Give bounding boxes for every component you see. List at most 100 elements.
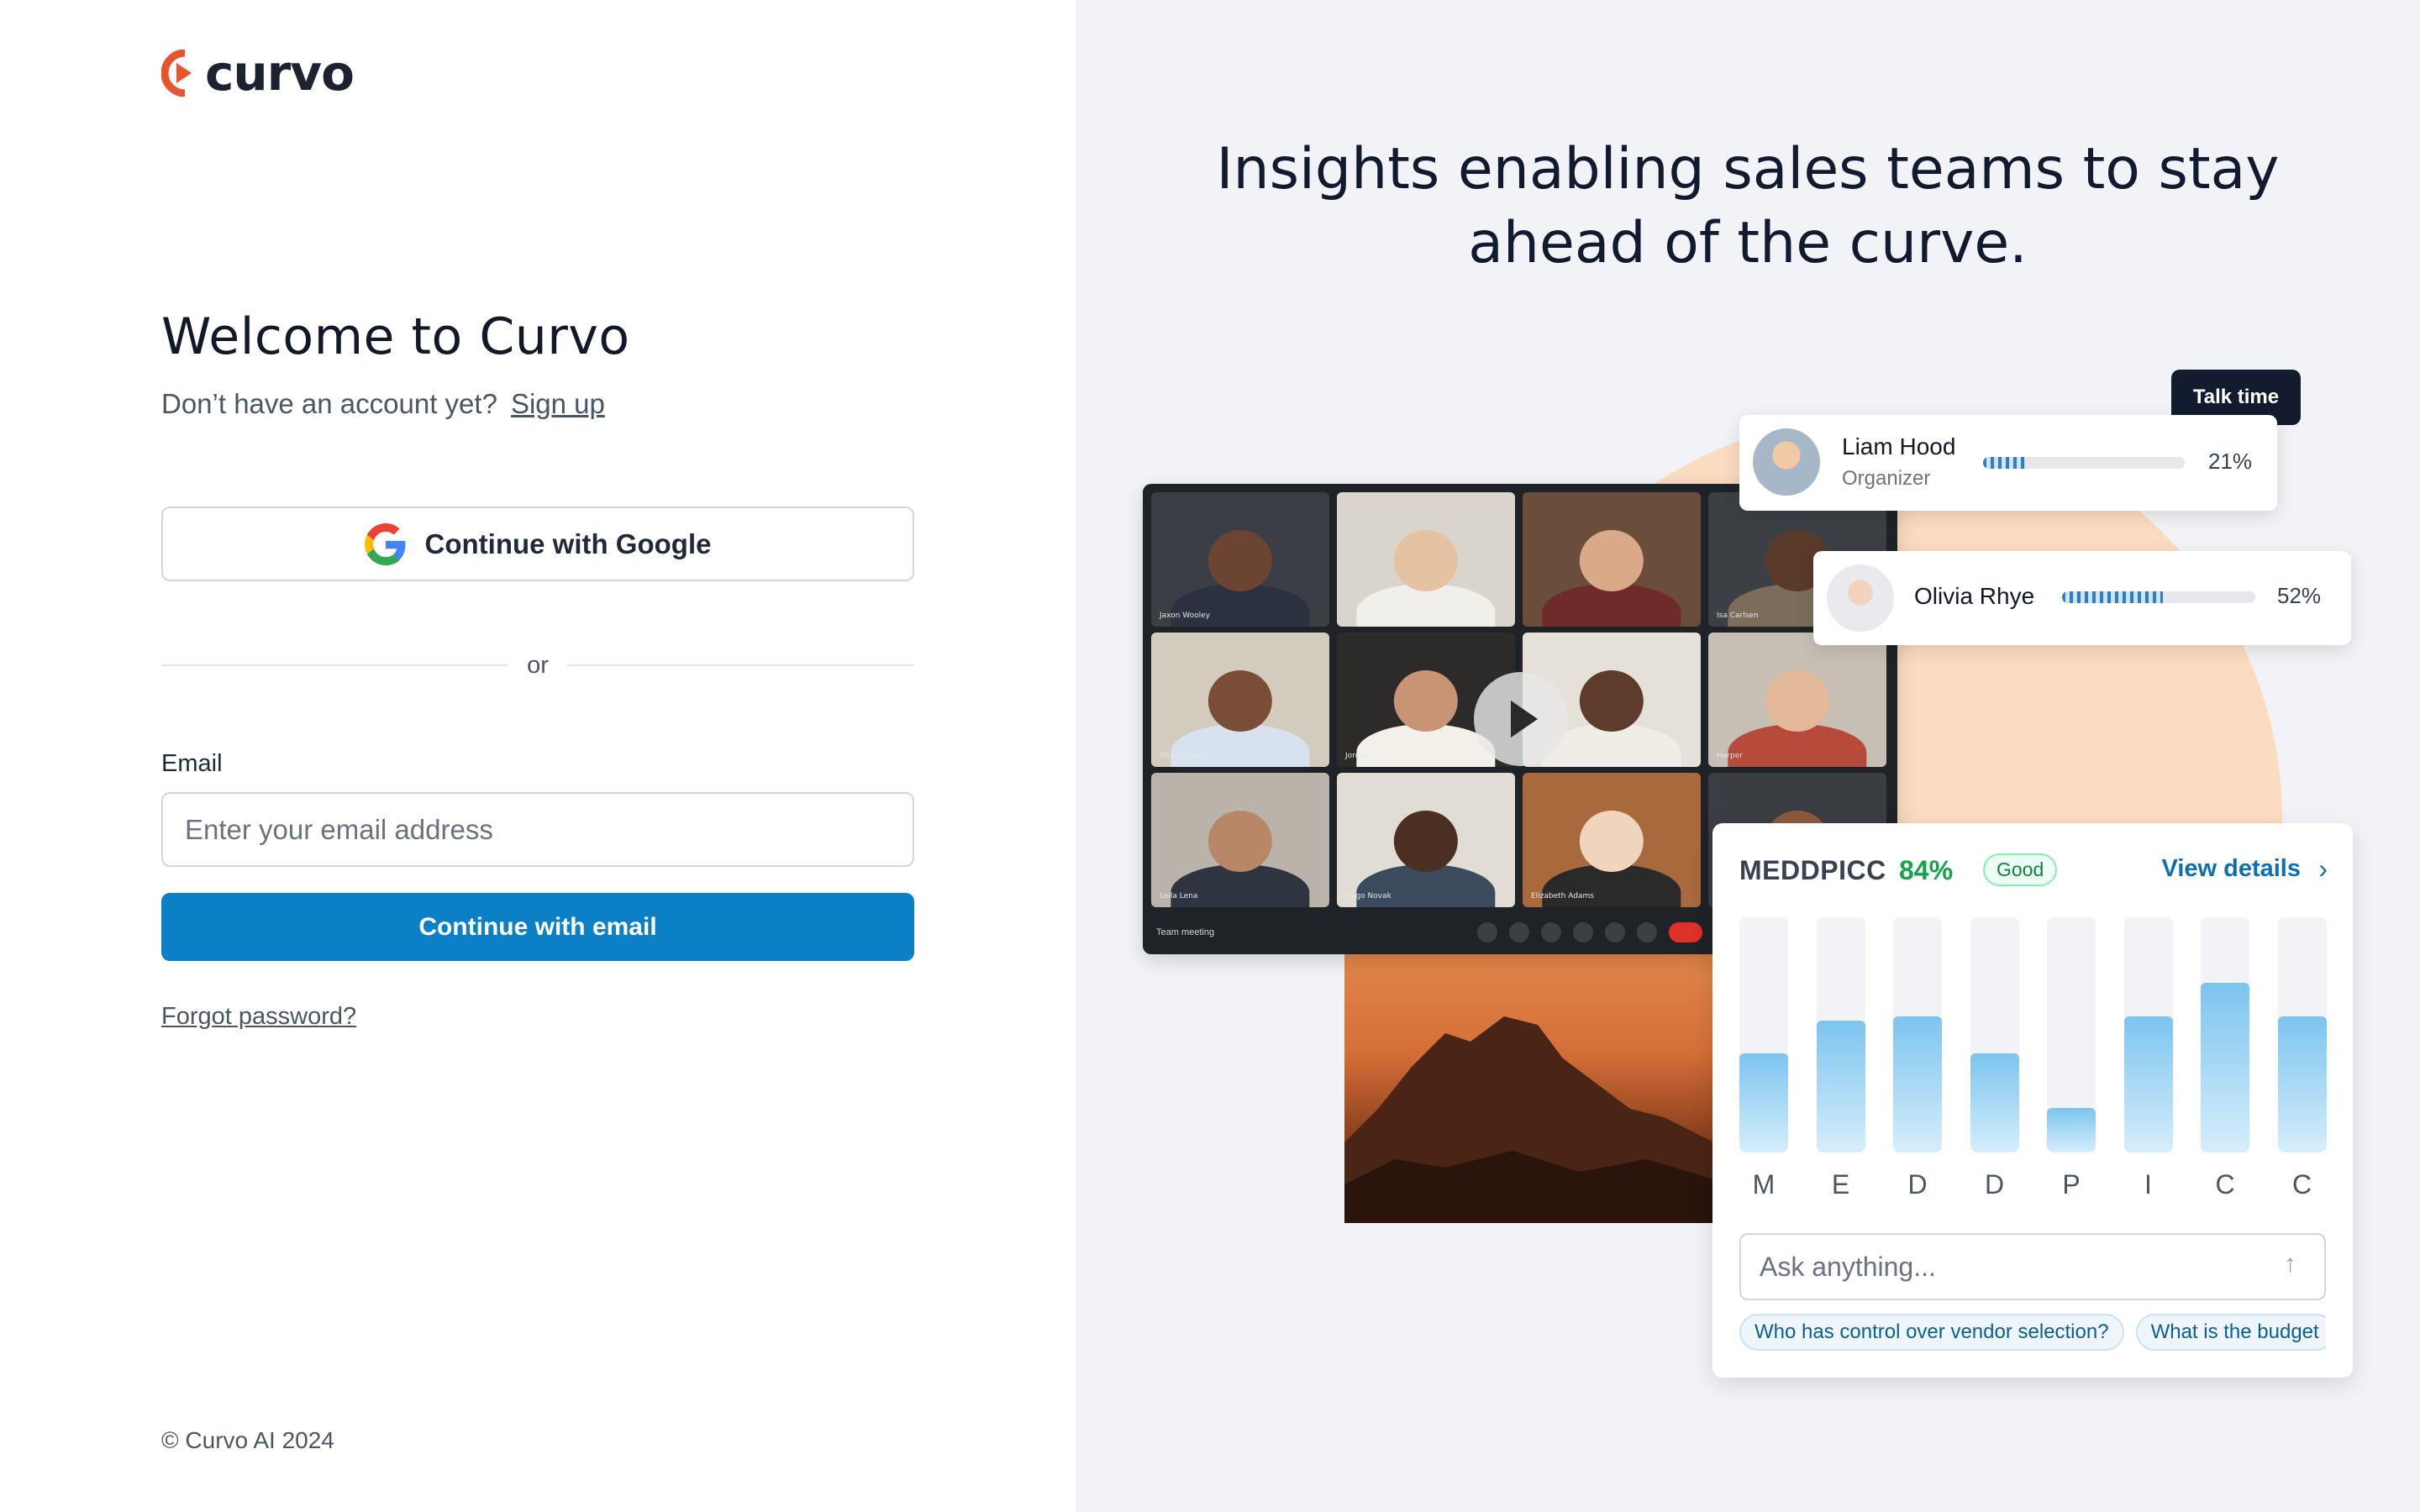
meddpicc-title: MEDDPICC — [1739, 855, 1886, 885]
end-call-icon[interactable] — [1669, 922, 1702, 942]
avatar — [1827, 564, 1894, 632]
meddpicc-bar — [1739, 917, 1788, 1152]
talk-time-fill — [1983, 457, 2026, 469]
video-tile — [1337, 492, 1515, 627]
participant-name: Leila Lena — [1160, 892, 1198, 900]
speaker-name: Liam Hood — [1842, 433, 1956, 459]
signup-prompt: Don’t have an account yet? Sign up — [161, 388, 605, 420]
participant-name: Hugo Novak — [1345, 892, 1392, 900]
suggestion-chip[interactable]: Who has control over vendor selection? — [1739, 1314, 2124, 1351]
participant-face — [1393, 810, 1459, 873]
call-control-buttons — [1477, 922, 1702, 942]
participant-name: Elizabeth Adams — [1531, 892, 1594, 900]
talk-time-fill — [2062, 591, 2163, 603]
participant-name: Isa Carlsen — [1717, 612, 1759, 620]
meddpicc-card: MEDDPICC 84% Good View details › MEDDPIC… — [1712, 823, 2353, 1378]
or-divider: or — [161, 647, 915, 684]
hero-panel: Insights enabling sales teams to stay ah… — [1076, 0, 2420, 1512]
meeting-label: Team meeting — [1156, 927, 1215, 937]
meddpicc-letter: C — [2291, 1169, 2312, 1200]
divider-text: or — [527, 651, 549, 679]
view-details-link[interactable]: View details — [2162, 855, 2302, 883]
curvo-logo[interactable]: curvo — [161, 45, 355, 102]
meddpicc-letter: I — [2144, 1169, 2152, 1200]
participant-face — [1207, 810, 1273, 873]
speaker-card-olivia: Olivia Rhye 52% — [1813, 551, 2351, 645]
meddpicc-letter: M — [1752, 1169, 1776, 1200]
speaker-role: Organizer — [1842, 467, 1931, 490]
divider-line-right — [566, 664, 915, 666]
avatar — [1753, 428, 1820, 496]
meddpicc-bar-fill — [1816, 1021, 1865, 1152]
signup-prompt-text: Don’t have an account yet? — [161, 388, 497, 419]
mountain-silhouette — [1344, 1016, 1731, 1223]
google-icon — [364, 522, 405, 565]
speaker-name: Olivia Rhye — [1914, 583, 2035, 609]
meddpicc-bar-fill — [2201, 983, 2249, 1152]
meddpicc-bar — [2123, 917, 2173, 1152]
participant-name: Harper — [1717, 752, 1743, 760]
meddpicc-bar — [1893, 917, 1942, 1152]
ask-anything-input[interactable] — [1739, 1233, 2326, 1300]
talk-time-percent: 21% — [2208, 449, 2253, 474]
more-options-icon[interactable] — [1637, 922, 1657, 942]
video-tile: Jaxon Wooley — [1151, 492, 1329, 627]
meddpicc-bar-fill — [1893, 1016, 1942, 1152]
participant-face — [1765, 669, 1830, 732]
meddpicc-letter: P — [2062, 1169, 2081, 1200]
talk-time-percent: 52% — [2277, 583, 2322, 608]
hero-headline-line-2: ahead of the curve. — [1468, 210, 2028, 276]
participant-name: Jaxon Wooley — [1160, 612, 1211, 620]
captions-icon[interactable] — [1541, 922, 1561, 942]
video-tile: Hugo Novak — [1337, 773, 1515, 907]
logo-text: curvo — [205, 45, 355, 102]
participant-face — [1579, 529, 1644, 592]
participant-name: Jordan — [1345, 752, 1370, 760]
suggestion-chip[interactable]: What is the budget — [2135, 1314, 2326, 1351]
meddpicc-bar — [2201, 917, 2249, 1152]
landscape-image — [1344, 941, 1731, 1223]
suggestion-chips: Who has control over vendor selection? Wh… — [1739, 1314, 2326, 1351]
forgot-password-link[interactable]: Forgot password? — [161, 1003, 356, 1031]
email-field[interactable] — [161, 792, 914, 867]
chevron-right-icon[interactable]: › — [2318, 853, 2328, 885]
camera-icon[interactable] — [1509, 922, 1529, 942]
speaker-card-liam: Liam Hood Organizer 21% — [1739, 415, 2277, 511]
meddpicc-letter: D — [1984, 1169, 2005, 1200]
meddpicc-bar — [1970, 917, 2019, 1152]
meddpicc-bar — [1816, 917, 1865, 1152]
send-arrow-icon[interactable]: ↑ — [2284, 1250, 2296, 1278]
copyright: © Curvo AI 2024 — [161, 1427, 334, 1453]
video-tile: Harper — [1708, 633, 1886, 767]
continue-with-email-button[interactable]: Continue with email — [161, 893, 914, 961]
hero-headline: Insights enabling sales teams to stay ah… — [1076, 133, 2420, 281]
meddpicc-bar-fill — [1970, 1053, 2019, 1152]
raise-hand-icon[interactable] — [1573, 922, 1593, 942]
play-button[interactable] — [1474, 672, 1568, 766]
participant-face — [1393, 669, 1459, 732]
participant-face — [1579, 669, 1644, 732]
meddpicc-letter: D — [1907, 1169, 1928, 1200]
curvo-logo-icon — [161, 50, 192, 97]
divider-line-left — [161, 664, 509, 666]
signup-link[interactable]: Sign up — [511, 388, 605, 419]
video-tile — [1523, 492, 1701, 627]
status-badge: Good — [1983, 853, 2058, 886]
meddpicc-letter: C — [2215, 1169, 2235, 1200]
meddpicc-bar-fill — [1739, 1053, 1788, 1152]
talk-time-bar — [1983, 457, 2185, 469]
google-button-label: Continue with Google — [424, 528, 712, 559]
page-title: Welcome to Curvo — [161, 307, 630, 366]
participant-face — [1393, 529, 1459, 592]
hero-headline-line-1: Insights enabling sales teams to stay — [1216, 136, 2280, 202]
participant-face — [1207, 669, 1273, 732]
video-tile: Olivia Oneill — [1151, 633, 1329, 767]
mic-icon[interactable] — [1477, 922, 1497, 942]
video-tile: Elizabeth Adams — [1523, 773, 1701, 907]
present-icon[interactable] — [1605, 922, 1625, 942]
meddpicc-bar-fill — [2123, 1016, 2173, 1152]
talk-time-bar — [2062, 591, 2255, 603]
video-tile: Leila Lena — [1151, 773, 1329, 907]
continue-with-google-button[interactable]: Continue with Google — [161, 507, 914, 581]
email-label: Email — [161, 750, 223, 777]
